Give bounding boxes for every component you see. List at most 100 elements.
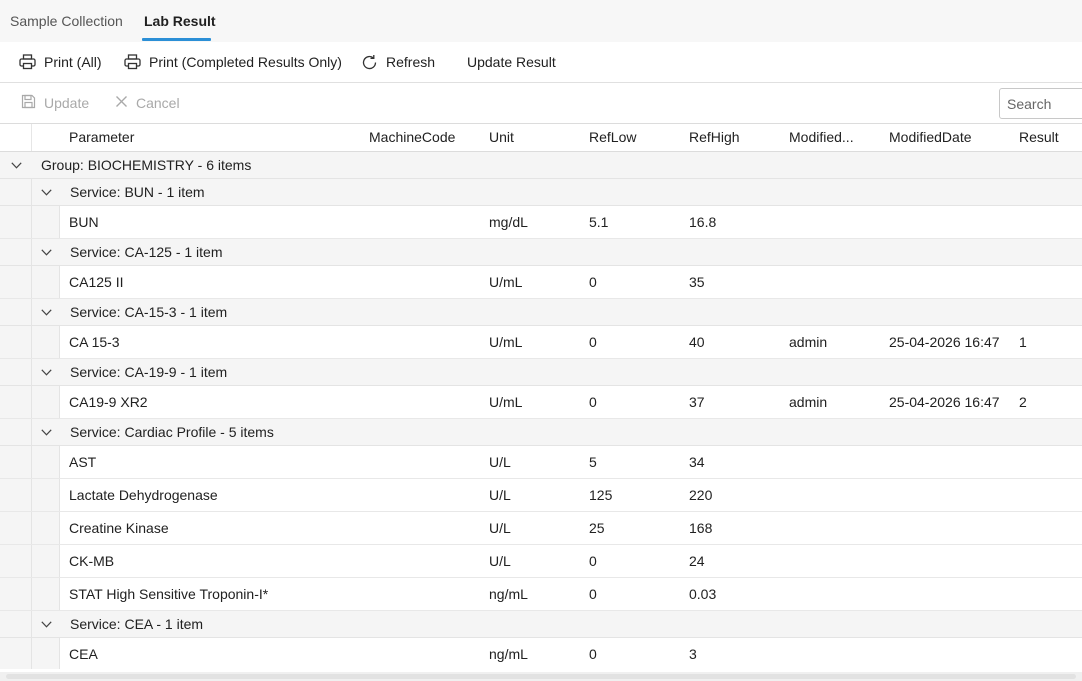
cancel-button[interactable]: Cancel [115,83,180,123]
cell-parameter[interactable]: CA 15-3 [69,326,120,358]
column-header-modified-by[interactable]: Modified... [789,124,854,151]
cell-parameter[interactable]: CK-MB [69,545,114,577]
scrollbar-thumb[interactable] [6,674,1076,679]
cell-unit[interactable]: U/mL [489,266,522,298]
cell-unit[interactable]: U/L [489,446,511,478]
row-indent [0,299,32,325]
cell-parameter[interactable]: Lactate Dehydrogenase [69,479,218,511]
service-row[interactable]: Service: CA-19-9 - 1 item [0,359,1082,386]
cell-ref-high[interactable]: 220 [689,479,712,511]
cell-ref-high[interactable]: 0.03 [689,578,716,610]
chevron-down-icon[interactable] [41,299,52,325]
cell-unit[interactable]: U/L [489,479,511,511]
service-row[interactable]: Service: CA-125 - 1 item [0,239,1082,266]
refresh-button[interactable]: Refresh [361,42,435,82]
table-row[interactable]: CK-MB U/L 0 24 [0,545,1082,578]
table-row[interactable]: Lactate Dehydrogenase U/L 125 220 [0,479,1082,512]
cell-parameter[interactable]: CEA [69,638,98,669]
group-row[interactable]: Group: BIOCHEMISTRY - 6 items [0,152,1082,179]
cell-ref-low[interactable]: 0 [589,638,597,669]
chevron-down-icon[interactable] [11,152,22,178]
cell-unit[interactable]: U/mL [489,386,522,418]
cell-result[interactable]: 2 [1019,386,1027,418]
service-label: Service: CEA - 1 item [70,616,204,632]
cell-ref-low[interactable]: 0 [589,386,597,418]
row-indent [32,578,60,610]
cell-unit[interactable]: mg/dL [489,206,528,238]
table-row[interactable]: CA 15-3 U/mL 0 40 admin 25-04-2026 16:47 1 [0,326,1082,359]
table-row[interactable]: Creatine Kinase U/L 25 168 [0,512,1082,545]
row-indent [0,419,32,445]
row-indent [0,239,32,265]
cell-ref-low[interactable]: 25 [589,512,605,544]
cell-unit[interactable]: U/L [489,512,511,544]
search-input[interactable] [999,88,1082,119]
cell-ref-low[interactable]: 0 [589,326,597,358]
chevron-down-icon[interactable] [41,611,52,637]
update-result-button[interactable]: Update Result [467,42,556,82]
service-row[interactable]: Service: Cardiac Profile - 5 items [0,419,1082,446]
table-row[interactable]: CEA ng/mL 0 3 [0,638,1082,669]
table-row[interactable]: BUN mg/dL 5.1 16.8 [0,206,1082,239]
service-row[interactable]: Service: CEA - 1 item [0,611,1082,638]
chevron-down-icon[interactable] [41,239,52,265]
update-button[interactable]: Update [21,83,89,123]
column-header-unit[interactable]: Unit [489,124,514,151]
table-row[interactable]: CA125 II U/mL 0 35 [0,266,1082,299]
cell-ref-high[interactable]: 3 [689,638,697,669]
cell-modified-by[interactable]: admin [789,386,827,418]
column-header-machinecode[interactable]: MachineCode [369,124,455,151]
cell-parameter[interactable]: STAT High Sensitive Troponin-I* [69,578,268,610]
column-header-reflow[interactable]: RefLow [589,124,636,151]
cell-unit[interactable]: ng/mL [489,578,528,610]
cell-parameter[interactable]: CA125 II [69,266,123,298]
horizontal-scrollbar[interactable] [0,672,1082,681]
cell-ref-high[interactable]: 37 [689,386,705,418]
table-row[interactable]: STAT High Sensitive Troponin-I* ng/mL 0 0.0… [0,578,1082,611]
service-row[interactable]: Service: CA-15-3 - 1 item [0,299,1082,326]
cell-modified-date[interactable]: 25-04-2026 16:47 [889,386,1000,418]
tab-sample-collection[interactable]: Sample Collection [10,0,123,42]
cell-result[interactable]: 1 [1019,326,1027,358]
cell-ref-low[interactable]: 125 [589,479,612,511]
table-row[interactable]: CA19-9 XR2 U/mL 0 37 admin 25-04-2026 16:47 2 [0,386,1082,419]
cell-ref-low[interactable]: 0 [589,578,597,610]
cell-unit[interactable]: U/mL [489,326,522,358]
cell-ref-high[interactable]: 35 [689,266,705,298]
cell-parameter[interactable]: AST [69,446,96,478]
cell-ref-high[interactable]: 16.8 [689,206,716,238]
chevron-down-icon[interactable] [41,359,52,385]
row-indent [32,386,60,418]
grid-header: Parameter MachineCode Unit RefLow RefHig… [0,124,1082,152]
cell-ref-low[interactable]: 5.1 [589,206,608,238]
cell-ref-low[interactable]: 5 [589,446,597,478]
cell-modified-date[interactable]: 25-04-2026 16:47 [889,326,1000,358]
cell-ref-high[interactable]: 168 [689,512,712,544]
cell-modified-by[interactable]: admin [789,326,827,358]
cell-ref-high[interactable]: 34 [689,446,705,478]
print-completed-button[interactable]: Print (Completed Results Only) [124,42,342,82]
cell-parameter[interactable]: BUN [69,206,99,238]
column-header-modifieddate[interactable]: ModifiedDate [889,124,972,151]
service-label: Service: CA-19-9 - 1 item [70,364,228,380]
cell-ref-high[interactable]: 24 [689,545,705,577]
table-row[interactable]: AST U/L 5 34 [0,446,1082,479]
cell-ref-low[interactable]: 0 [589,266,597,298]
column-header-result[interactable]: Result [1019,124,1059,151]
toolbar: Print (All) Print (Completed Results Onl… [0,42,1082,82]
chevron-down-icon[interactable] [41,419,52,445]
column-header-parameter[interactable]: Parameter [69,124,134,151]
cell-parameter[interactable]: Creatine Kinase [69,512,169,544]
service-row[interactable]: Service: BUN - 1 item [0,179,1082,206]
row-indent [0,512,32,544]
column-header-refhigh[interactable]: RefHigh [689,124,740,151]
edit-bar: Update Cancel [0,83,1082,123]
tab-lab-result[interactable]: Lab Result [144,0,216,42]
print-all-button[interactable]: Print (All) [19,42,102,82]
cell-parameter[interactable]: CA19-9 XR2 [69,386,148,418]
chevron-down-icon[interactable] [41,179,52,205]
cell-unit[interactable]: U/L [489,545,511,577]
cell-ref-high[interactable]: 40 [689,326,705,358]
cell-ref-low[interactable]: 0 [589,545,597,577]
cell-unit[interactable]: ng/mL [489,638,528,669]
